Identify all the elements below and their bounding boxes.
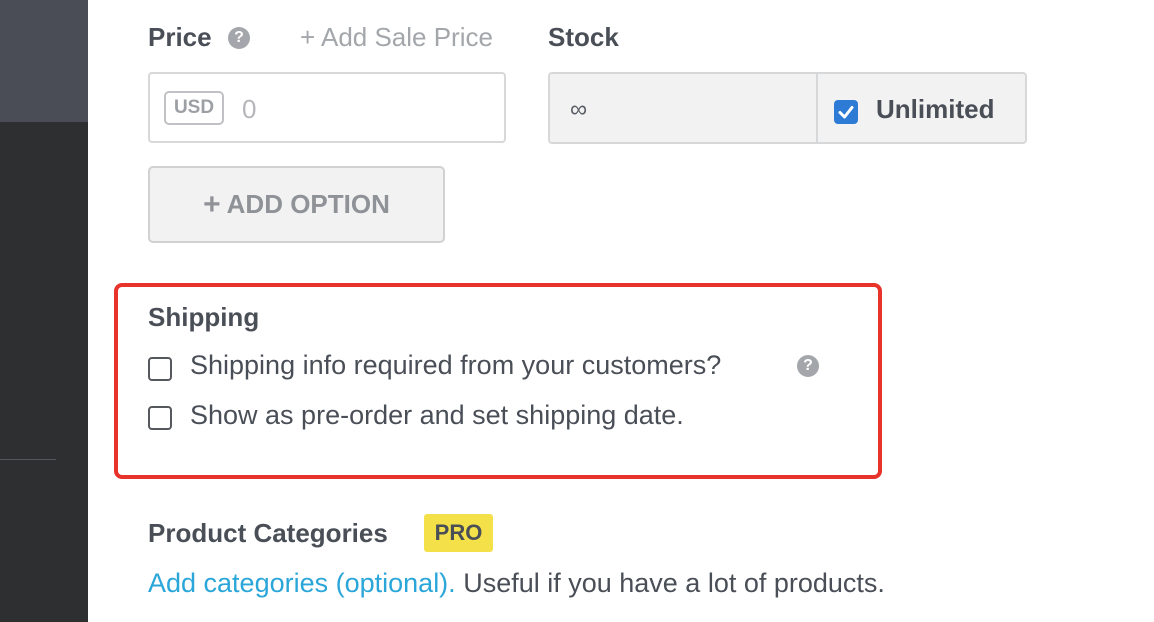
shipping-info-checkbox[interactable] [148,357,172,381]
check-icon [838,106,854,119]
currency-badge: USD [164,91,224,125]
pro-badge: PRO [424,514,493,552]
stock-input[interactable]: ∞ [548,72,816,144]
stock-value: ∞ [570,96,588,123]
categories-heading: Product Categories [148,518,388,548]
price-label: Price [148,22,212,52]
stock-label: Stock [548,22,619,52]
price-input[interactable]: USD 0 [148,72,506,143]
add-sale-price-link[interactable]: + Add Sale Price [300,22,493,53]
shipping-info-label[interactable]: Shipping info required from your custome… [190,350,721,381]
price-help-icon[interactable]: ? [228,27,250,49]
add-categories-link[interactable]: Add categories (optional). [148,568,456,598]
unlimited-checkbox[interactable] [834,100,858,124]
preorder-checkbox[interactable] [148,406,172,430]
preorder-label[interactable]: Show as pre-order and set shipping date. [190,400,684,431]
plus-icon: + [203,187,221,221]
categories-help-text: Add categories (optional). Useful if you… [148,568,885,599]
unlimited-label: Unlimited [876,94,995,124]
price-placeholder: 0 [242,94,257,124]
unlimited-toggle[interactable]: Unlimited [816,72,1027,144]
categories-description: Useful if you have a lot of products. [455,568,885,598]
sidebar-divider [0,459,56,460]
add-option-label: ADD OPTION [226,189,390,219]
shipping-heading: Shipping [148,302,260,332]
add-option-button[interactable]: + ADD OPTION [148,166,445,243]
sidebar [0,0,88,622]
shipping-help-icon[interactable]: ? [797,355,819,377]
sidebar-header [0,0,88,122]
